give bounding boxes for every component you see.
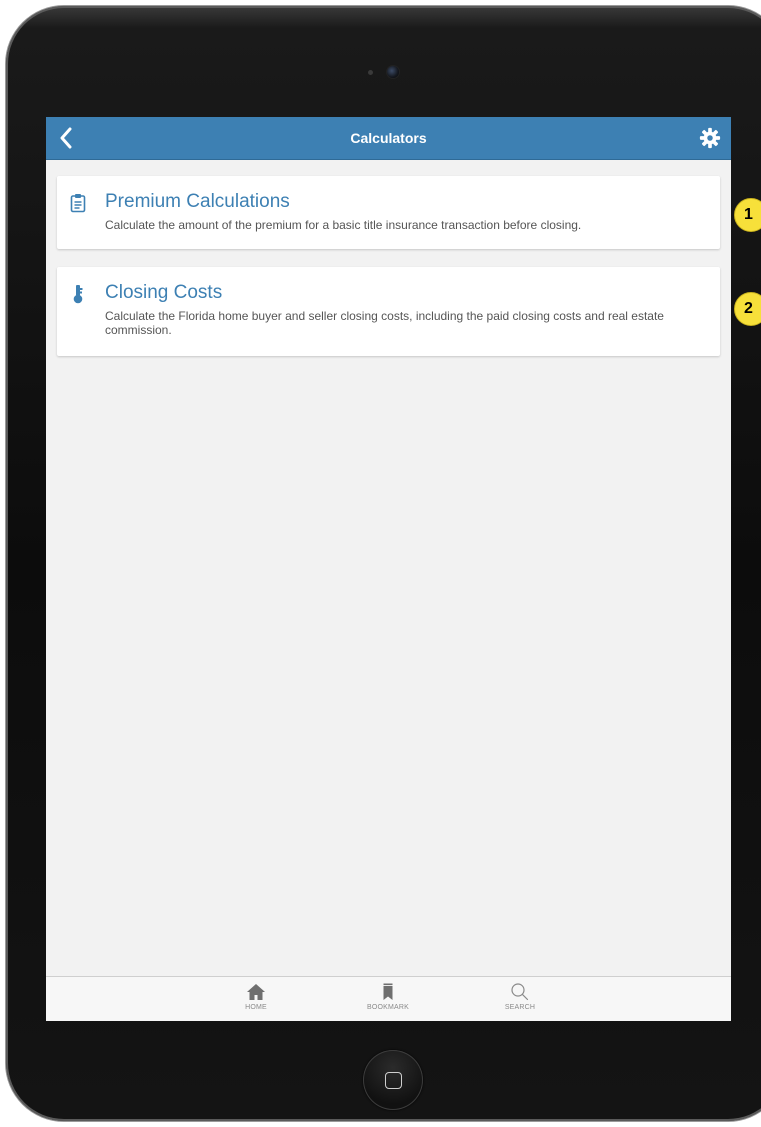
- tab-home-label: HOME: [245, 1004, 267, 1011]
- clipboard-icon: [70, 194, 86, 213]
- closing-costs-card[interactable]: Closing Costs Calculate the Florida home…: [57, 267, 720, 356]
- card-title: Premium Calculations: [105, 191, 290, 212]
- page-title: Calculators: [350, 130, 427, 146]
- annotation-badge-2: 2: [734, 292, 761, 326]
- app-screen: Calculators Premium Calculations Calcula…: [46, 117, 731, 1021]
- search-icon: [511, 983, 529, 1001]
- key-icon: [73, 285, 83, 304]
- card-description: Calculate the Florida home buyer and sel…: [105, 309, 664, 337]
- home-button-square-icon: [385, 1072, 402, 1089]
- tab-search[interactable]: SEARCH: [480, 980, 560, 1020]
- card-title: Closing Costs: [105, 282, 223, 303]
- gear-icon: [699, 127, 721, 149]
- tab-home[interactable]: HOME: [216, 980, 296, 1020]
- sensor-dot: [368, 70, 373, 75]
- home-icon: [247, 984, 265, 1000]
- tab-bookmark-label: BOOKMARK: [366, 1004, 410, 1011]
- tab-bookmark[interactable]: BOOKMARK: [348, 980, 428, 1020]
- premium-calculations-card[interactable]: Premium Calculations Calculate the amoun…: [57, 176, 720, 249]
- tab-search-label: SEARCH: [504, 1004, 536, 1011]
- bookmark-icon: [383, 983, 393, 1000]
- bottom-tab-bar: HOME BOOKMARK SEARCH: [46, 976, 731, 1021]
- settings-button[interactable]: [699, 127, 721, 149]
- card-description: Calculate the amount of the premium for …: [105, 218, 582, 232]
- annotation-badge-1: 1: [734, 198, 761, 232]
- front-camera: [387, 66, 399, 78]
- nav-bar: Calculators: [46, 117, 731, 159]
